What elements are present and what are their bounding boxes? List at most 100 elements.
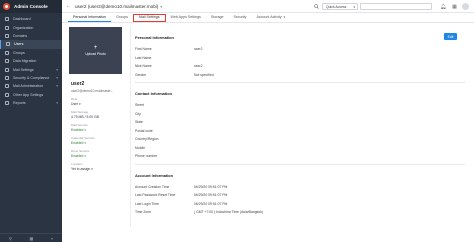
- section-title: Contact Information: [135, 91, 172, 96]
- plus-icon: +: [93, 45, 98, 51]
- tab-security[interactable]: Security: [228, 14, 251, 22]
- field-label: Country/Region: [135, 137, 159, 142]
- building-icon: [5, 25, 9, 30]
- upload-photo-button[interactable]: + Upload Photo: [69, 27, 122, 74]
- user-icon: [6, 42, 10, 47]
- profile-name: user2: [71, 81, 85, 87]
- field-value: Not specified: [194, 72, 214, 77]
- field-label: City: [135, 111, 141, 116]
- user-title[interactable]: user2 (user2@demo10.mailmaster.mobi) ▾: [75, 4, 162, 9]
- field-label: First Name: [135, 47, 152, 52]
- role-value[interactable]: User ▾: [71, 102, 126, 106]
- grid-icon[interactable]: ▦: [29, 236, 33, 241]
- details-panel: Edit Personal Information First Name user…: [135, 27, 465, 220]
- sidebar-item-label: Domains: [13, 33, 28, 38]
- role-value-text: User: [71, 102, 79, 106]
- chevron-down-icon: ▾: [91, 167, 93, 171]
- sidebar-item-label: Organization: [13, 25, 34, 30]
- contact-information-section: Contact Information Street City State Po…: [135, 91, 465, 165]
- sidebar-item-security[interactable]: Security & Compliance ▾: [0, 74, 62, 82]
- sidebar-item-label: Mail Settings: [13, 67, 34, 72]
- section-title: Account Information: [135, 172, 174, 178]
- collapse-icon[interactable]: «: [51, 236, 53, 241]
- field-label: Time Zone: [135, 210, 152, 215]
- sidebar-item-other-app-settings[interactable]: Other App Settings: [0, 91, 62, 99]
- calendar-service-label: Calendar Service: [71, 136, 95, 140]
- profile-email: user2@demo10.mailmaste...: [71, 89, 114, 93]
- search-input[interactable]: [360, 3, 432, 10]
- profile-panel: + Upload Photo user2 user2@demo10.mailma…: [66, 27, 126, 171]
- group-icon: [5, 50, 9, 55]
- info-row: Nick Name user2: [135, 62, 465, 71]
- chevron-down-icon: ▾: [56, 84, 58, 89]
- field-label: Mobile: [135, 145, 145, 150]
- app-title: Admin Console: [14, 4, 48, 9]
- back-arrow-icon[interactable]: ←: [66, 3, 71, 9]
- info-row: Street: [135, 101, 465, 110]
- tab-storage[interactable]: Storage: [206, 14, 229, 22]
- edit-button[interactable]: Edit: [444, 33, 457, 40]
- top-icons: 🔔︎ ▦: [440, 3, 469, 10]
- sidebar-item-organization[interactable]: Organization: [0, 23, 62, 31]
- sidebar-item-reports[interactable]: Reports ▾: [0, 99, 62, 107]
- bell-icon[interactable]: 🔔︎: [440, 3, 447, 10]
- sidebar-footer: ⚲ ▦ «: [0, 233, 62, 242]
- field-label: Last Name: [135, 55, 152, 60]
- migration-icon: [5, 59, 9, 64]
- tab-bar: Personal Information Groups Mail Setting…: [62, 13, 474, 23]
- chevron-down-icon: ▾: [56, 101, 58, 106]
- chevron-down-icon: ▾: [84, 128, 86, 132]
- location-field: Location Yet to assign ▾: [71, 162, 126, 171]
- sidebar-item-mail-settings[interactable]: Mail Settings ▾: [0, 65, 62, 73]
- field-value: 06/29/20 09:51:07 PM: [194, 193, 228, 198]
- field-label: Gender: [135, 72, 147, 77]
- calendar-service-toggle[interactable]: Enabled ▾: [71, 141, 126, 145]
- info-row: Last Password Reset Time 06/29/20 09:51:0…: [135, 191, 465, 200]
- tab-account-activity[interactable]: Account Activity ▾: [251, 14, 290, 22]
- sidebar-item-users[interactable]: Users: [0, 40, 62, 49]
- sidebar-item-label: Mail Administration: [13, 84, 44, 89]
- tab-groups[interactable]: Groups: [111, 14, 133, 22]
- avatar[interactable]: [462, 3, 469, 10]
- field-value: 06/29/20 09:51:07 PM: [194, 201, 228, 206]
- quick-access-dropdown[interactable]: Quick Access ▾: [322, 3, 358, 10]
- search-icon[interactable]: [312, 3, 321, 10]
- sidebar-item-mail-administration[interactable]: Mail Administration ▾: [0, 82, 62, 90]
- sidebar-item-label: Reports: [13, 101, 26, 106]
- chevron-down-icon: ▾: [283, 15, 286, 19]
- pin-icon[interactable]: ⚲: [9, 236, 12, 241]
- topbar: ← user2 (user2@demo10.mailmaster.mobi) ▾ …: [62, 0, 474, 13]
- info-row: City: [135, 110, 465, 119]
- info-row: Postal code: [135, 127, 465, 136]
- sidebar-item-label: Security & Compliance: [13, 75, 50, 80]
- tab-label: Web Apps Settings: [170, 15, 201, 19]
- field-label: Nick Name: [135, 64, 152, 69]
- sidebar-item-groups[interactable]: Groups: [0, 49, 62, 57]
- storage-field: Mail Storage 4.75 MB / 5.00 GB: [71, 110, 126, 119]
- user-title-text: user2 (user2@demo10.mailmaster.mobi): [75, 3, 159, 9]
- tab-label: Groups: [116, 15, 128, 19]
- field-label: Last Login Time: [135, 201, 159, 206]
- field-label: Last Password Reset Time: [135, 193, 176, 198]
- chevron-down-icon: ▾: [353, 4, 355, 9]
- mail-service-toggle[interactable]: Enabled ▾: [71, 128, 126, 132]
- chevron-down-icon: ▾: [56, 67, 58, 72]
- quick-access-label: Quick Access: [326, 4, 347, 9]
- location-label: Location: [71, 162, 83, 166]
- tab-web-apps-settings[interactable]: Web Apps Settings: [166, 14, 206, 22]
- mail-service-field: Mail Service Enabled ▾: [71, 123, 126, 132]
- location-value[interactable]: Yet to assign ▾: [71, 167, 126, 171]
- tab-mail-settings[interactable]: Mail Settings: [132, 14, 166, 22]
- apps-grid-icon[interactable]: ▦: [451, 3, 458, 10]
- sidebar-item-label: Other App Settings: [13, 92, 44, 97]
- chevron-down-icon: ▾: [160, 4, 163, 9]
- sidebar-item-domains[interactable]: Domains: [0, 32, 62, 40]
- sidebar-nav: Dashboard Organization Domains Users Gro…: [0, 15, 62, 107]
- field-label: Account Creation Time: [135, 184, 170, 189]
- drive-service-toggle[interactable]: Enabled ▾: [71, 154, 126, 158]
- sidebar-item-data-migration[interactable]: Data Migration: [0, 57, 62, 65]
- field-value: ( GMT +7:00 ) Indochina Time (Asia/Bangk…: [194, 210, 264, 215]
- sidebar-item-dashboard[interactable]: Dashboard: [0, 15, 62, 23]
- tab-personal-information[interactable]: Personal Information: [68, 14, 112, 22]
- info-row: Gender Not specified: [135, 71, 465, 80]
